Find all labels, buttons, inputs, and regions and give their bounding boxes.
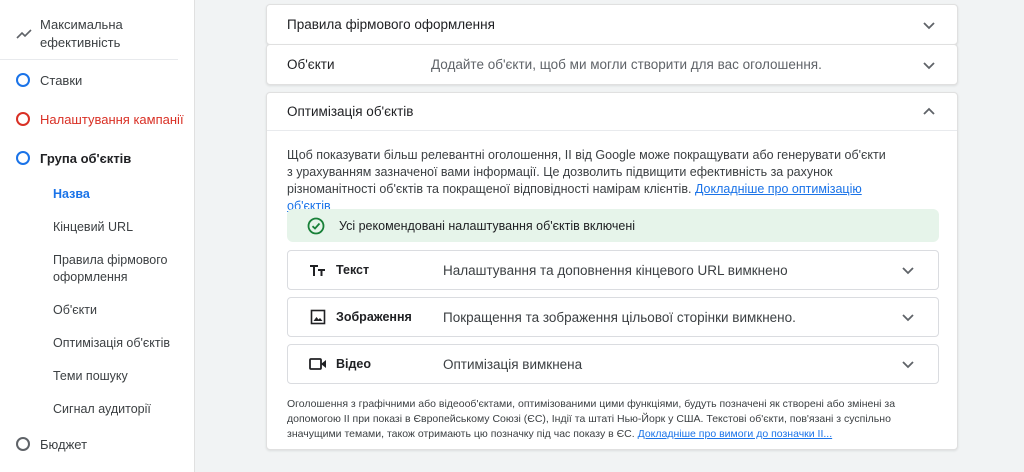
sidebar-item-max-performance[interactable]: Максимальна ефективність (0, 0, 178, 60)
chevron-down-icon[interactable] (900, 309, 916, 325)
ai-label-requirements-link[interactable]: Докладніше про вимоги до позначки ІІ... (638, 428, 833, 440)
check-circle-icon (307, 217, 325, 234)
chevron-down-icon[interactable] (900, 356, 916, 372)
assets-section[interactable]: Об'єкти Додайте об'єкти, щоб ми могли ст… (266, 44, 958, 85)
sidebar-subitem-brand-rules[interactable]: Правила фірмового оформлення (53, 252, 178, 286)
row-description: Оптимізація вимкнена (443, 356, 583, 372)
chevron-down-icon[interactable] (900, 262, 916, 278)
sidebar-item-bids[interactable]: Ставки (16, 70, 82, 90)
ai-label-footnote: Оголошення з графічними або відеооб'єкта… (287, 398, 896, 440)
sidebar-item-label: Група об'єктів (40, 150, 132, 166)
section-title: Правила фірмового оформлення (287, 17, 495, 32)
trending-up-icon (16, 29, 32, 39)
status-circle-icon (16, 151, 30, 165)
image-optimization-row[interactable]: Зображення Покращення та зображення ціль… (287, 297, 939, 337)
sidebar-subitem-search-themes[interactable]: Теми пошуку (53, 368, 183, 385)
status-circle-icon (16, 437, 30, 451)
row-description: Налаштування та доповнення кінцевого URL… (443, 262, 788, 278)
row-label: Текст (336, 263, 370, 277)
sidebar-item-budget[interactable]: Бюджет (16, 434, 87, 454)
status-banner: Усі рекомендовані налаштування об'єктів … (287, 209, 939, 242)
chevron-down-icon[interactable] (921, 17, 937, 33)
section-title: Оптимізація об'єктів (287, 104, 414, 119)
video-icon (308, 354, 328, 374)
sidebar-subitem-asset-optimization[interactable]: Оптимізація об'єктів (53, 335, 183, 352)
status-circle-icon (16, 73, 30, 87)
chevron-down-icon[interactable] (921, 57, 937, 73)
sidebar-subitem-name[interactable]: Назва (53, 186, 183, 203)
error-circle-icon (16, 112, 30, 126)
sidebar-item-asset-group[interactable]: Група об'єктів (16, 148, 131, 168)
brand-rules-section[interactable]: Правила фірмового оформлення (266, 4, 958, 45)
row-label: Відео (336, 357, 372, 371)
sidebar-subitem-audience-signal[interactable]: Сигнал аудиторії (53, 401, 183, 418)
row-description: Покращення та зображення цільової сторін… (443, 309, 796, 325)
image-icon (308, 307, 328, 327)
section-title: Об'єкти (287, 57, 335, 72)
sidebar-item-label: Максимальна ефективність (40, 17, 123, 50)
sidebar-item-label: Налаштування кампанії (40, 111, 184, 127)
row-label: Зображення (336, 310, 412, 324)
video-optimization-row[interactable]: Відео Оптимізація вимкнена (287, 344, 939, 384)
sidebar-item-campaign-settings[interactable]: Налаштування кампанії (16, 109, 184, 129)
text-optimization-row[interactable]: Текст Налаштування та доповнення кінцево… (287, 250, 939, 290)
chevron-up-icon[interactable] (921, 104, 937, 120)
section-description: Додайте об'єкти, щоб ми могли створити д… (431, 57, 822, 72)
sidebar-subitem-assets[interactable]: Об'єкти (53, 302, 183, 319)
sidebar-item-label: Ставки (40, 72, 83, 88)
text-format-icon (308, 260, 328, 280)
sidebar-subitem-final-url[interactable]: Кінцевий URL (53, 219, 183, 236)
asset-optimization-section: Оптимізація об'єктів Щоб показувати біль… (266, 92, 958, 450)
section-header[interactable]: Оптимізація об'єктів (267, 93, 957, 131)
banner-text: Усі рекомендовані налаштування об'єктів … (339, 218, 636, 233)
section-description: Щоб показувати більш релевантні оголошен… (287, 148, 886, 213)
sidebar-item-label: Бюджет (40, 436, 88, 452)
sidebar: Максимальна ефективність Ставки Налаштув… (0, 0, 195, 472)
